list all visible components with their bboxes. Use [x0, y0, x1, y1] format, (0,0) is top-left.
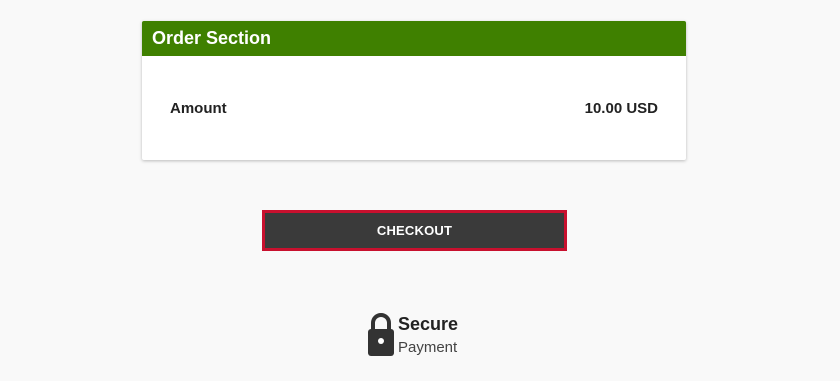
secure-title: Secure: [398, 314, 459, 334]
secure-text: Secure Payment: [398, 312, 458, 355]
checkout-button-label: CHECKOUT: [376, 223, 453, 238]
order-section-card: Order Section Amount 10.00 USD: [142, 21, 686, 160]
amount-row: Amount 10.00 USD: [142, 56, 686, 160]
lock-icon: [368, 313, 394, 356]
amount-label: Amount: [170, 99, 227, 117]
secure-subtitle: Payment: [398, 339, 458, 356]
checkout-button[interactable]: CHECKOUT: [262, 210, 567, 251]
amount-value: 10.00 USD: [584, 99, 658, 117]
secure-payment-badge: Secure Payment: [367, 312, 458, 356]
order-section-header: Order Section: [142, 21, 686, 56]
order-section-title: Order Section: [152, 28, 272, 48]
